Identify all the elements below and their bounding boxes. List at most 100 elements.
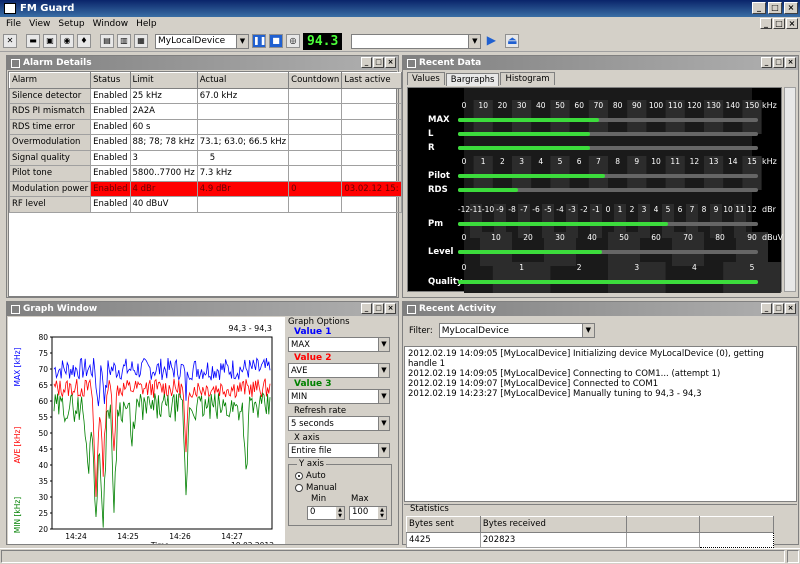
play-icon[interactable]: ▶ xyxy=(484,34,498,48)
menu-file[interactable]: File xyxy=(6,19,21,29)
panel-close-button[interactable]: × xyxy=(385,57,396,68)
panel-minimize-button[interactable]: _ xyxy=(361,303,372,314)
settings-icon[interactable]: ◉ xyxy=(60,34,74,48)
bargraph-scrollbar[interactable] xyxy=(784,87,796,292)
panel-maximize-button[interactable]: □ xyxy=(373,303,384,314)
tools-icon[interactable]: ✕ xyxy=(3,34,17,48)
mdi-close-button[interactable]: × xyxy=(786,18,798,29)
alarm-last-active xyxy=(341,134,402,151)
quality-scale-tick: 4 xyxy=(692,263,697,272)
level-scale-tick: 30 xyxy=(555,233,565,242)
menu-help[interactable]: Help xyxy=(136,19,157,29)
mdi-minimize-button[interactable]: _ xyxy=(760,18,772,29)
y-tick-label: 60 xyxy=(38,397,48,406)
minimize-button[interactable]: _ xyxy=(752,2,766,14)
tab-bargraphs[interactable]: Bargraphs xyxy=(445,73,500,86)
table-row[interactable]: Signal quality Enabled 3 5 xyxy=(8,149,402,166)
value2-select-value: AVE xyxy=(291,365,308,376)
dbr-scale-tick: -12 xyxy=(458,205,470,214)
value1-select[interactable]: MAX ▼ xyxy=(288,337,390,352)
y-label-max: MAX [kHz] xyxy=(13,347,22,386)
microphone-icon[interactable]: ♦ xyxy=(77,34,91,48)
alarm-limit: 60 s xyxy=(129,118,198,135)
col-header-limit[interactable]: Limit xyxy=(129,72,198,89)
tab-values[interactable]: Values xyxy=(407,72,445,85)
table-row[interactable]: RF level Enabled 40 dBuV xyxy=(8,196,402,213)
panel-maximize-button[interactable]: □ xyxy=(773,57,784,68)
device-icon[interactable]: ▬ xyxy=(26,34,40,48)
col-header-countdown[interactable]: Countdown xyxy=(288,72,343,89)
eye-icon[interactable]: ◎ xyxy=(286,34,300,48)
mdi-restore-button[interactable]: □ xyxy=(773,18,785,29)
level-bar xyxy=(458,250,602,254)
spin-icon: ▲ ▼ xyxy=(336,507,344,519)
alarm-limit: 5800..7700 Hz xyxy=(129,165,198,182)
split-windows-icon[interactable]: ▦ xyxy=(134,34,148,48)
menu-setup[interactable]: Setup xyxy=(58,19,84,29)
table-row[interactable]: Pilot tone Enabled 5800..7700 Hz 7.3 kHz xyxy=(8,165,402,182)
device-select[interactable]: MyLocalDevice ▼ xyxy=(155,33,249,49)
table-row[interactable]: RDS time error Enabled 60 s xyxy=(8,118,402,135)
eject-icon[interactable]: ⏏ xyxy=(505,34,520,48)
menu-view[interactable]: View xyxy=(29,19,50,29)
filter-select[interactable]: MyLocalDevice ▼ xyxy=(438,323,595,338)
y-max-stepper[interactable]: 100 ▲ ▼ xyxy=(349,506,387,520)
khz-scale-tick: 40 xyxy=(536,101,546,110)
col-header-status[interactable]: Status xyxy=(90,72,131,89)
y-max-value: 100 xyxy=(352,507,369,517)
panel-maximize-button[interactable]: □ xyxy=(373,57,384,68)
manual-radio[interactable]: Manual xyxy=(295,483,337,493)
x-axis-select[interactable]: Entire file ▼ xyxy=(288,443,390,458)
stop-icon[interactable]: ■ xyxy=(269,34,283,48)
y-tick-label: 55 xyxy=(38,413,48,422)
x-axis-label: Time xyxy=(150,541,170,544)
col-header-last-active[interactable]: Last active xyxy=(341,72,402,89)
panel-minimize-button[interactable]: _ xyxy=(761,57,772,68)
auto-radio[interactable]: Auto xyxy=(295,471,326,481)
card-icon[interactable]: ▣ xyxy=(43,34,57,48)
radio-checked-icon xyxy=(295,472,303,480)
alarm-countdown xyxy=(288,87,343,104)
pilot-scale-unit: kHz xyxy=(762,157,777,166)
table-row[interactable]: Overmodulation Enabled 88; 78; 78 kHz 73… xyxy=(8,134,402,151)
table-row-alarm-active[interactable]: Modulation power Enabled 4 dBr 4.9 dBr 0… xyxy=(8,180,402,197)
close-button[interactable]: × xyxy=(784,2,798,14)
maximize-button[interactable]: □ xyxy=(768,2,782,14)
alarm-status: Enabled xyxy=(90,118,131,135)
tile-windows-icon[interactable]: ▤ xyxy=(100,34,114,48)
col-header-alarm[interactable]: Alarm xyxy=(8,72,92,89)
menu-window[interactable]: Window xyxy=(93,19,129,29)
y-tick-label: 25 xyxy=(38,509,48,518)
activity-log[interactable]: 2012.02.19 14:09:05 [MyLocalDevice] Init… xyxy=(404,346,797,502)
panel-maximize-button[interactable]: □ xyxy=(773,303,784,314)
chevron-down-icon: ▼ xyxy=(378,338,389,351)
refresh-rate-select[interactable]: 5 seconds ▼ xyxy=(288,416,390,431)
graph-options-title: Graph Options xyxy=(288,317,350,327)
table-row[interactable]: RDS PI mismatch Enabled 2A2A xyxy=(8,103,402,120)
x-axis-label: X axis xyxy=(294,433,320,443)
max-label: MAX xyxy=(428,115,450,125)
resize-grip-icon[interactable] xyxy=(787,550,799,563)
rds-select[interactable]: ▼ xyxy=(351,33,482,49)
col-header-actual[interactable]: Actual xyxy=(196,72,290,89)
panel-close-button[interactable]: × xyxy=(785,303,796,314)
dbr-scale-tick: -7 xyxy=(520,205,528,214)
alarm-last-active: 03.02.12 15: xyxy=(341,180,402,197)
alarm-last-active xyxy=(341,149,402,166)
table-row[interactable]: Silence detector Enabled 25 kHz 67.0 kHz xyxy=(8,87,402,104)
cascade-windows-icon[interactable]: ▥ xyxy=(117,34,131,48)
recent-data-title-bar: Recent Data _ □ × xyxy=(403,56,798,70)
tab-histogram[interactable]: Histogram xyxy=(500,72,555,85)
y-min-stepper[interactable]: 0 ▲ ▼ xyxy=(307,506,345,520)
panel-close-button[interactable]: × xyxy=(785,57,796,68)
panel-minimize-button[interactable]: _ xyxy=(761,303,772,314)
panel-minimize-button[interactable]: _ xyxy=(361,57,372,68)
panel-close-button[interactable]: × xyxy=(385,303,396,314)
alarm-countdown xyxy=(288,196,343,213)
value3-select[interactable]: MIN ▼ xyxy=(288,389,390,404)
pause-icon[interactable]: ❚❚ xyxy=(252,34,266,48)
y-label-min: MIN [kHz] xyxy=(13,497,22,534)
r-bar xyxy=(458,146,590,150)
value2-select[interactable]: AVE ▼ xyxy=(288,363,390,378)
x-tick-label: 14:26 xyxy=(169,532,191,541)
